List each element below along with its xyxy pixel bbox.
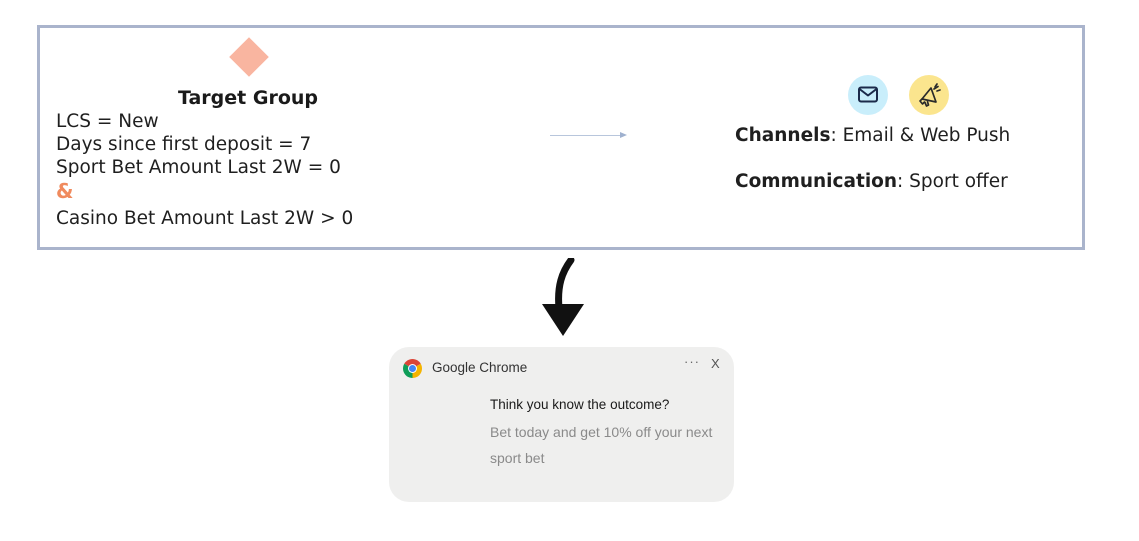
condition-sport-bet-amount: Sport Bet Amount Last 2W = 0 <box>56 157 341 178</box>
notification-title: Think you know the outcome? <box>490 397 670 412</box>
megaphone-icon <box>909 75 949 115</box>
condition-days-since-deposit: Days since first deposit = 7 <box>56 134 312 155</box>
communication-value: : Sport offer <box>897 171 1008 192</box>
flow-connector-arrow-icon <box>620 132 627 138</box>
notification-close-button[interactable]: X <box>711 356 720 371</box>
down-arrow-icon <box>542 258 584 336</box>
email-icon <box>848 75 888 115</box>
web-push-notification[interactable]: Google Chrome ··· X Think you know the o… <box>389 347 734 502</box>
communication-line: Communication: Sport offer <box>735 171 1008 192</box>
notification-body: Bet today and get 10% off your next spor… <box>490 424 713 466</box>
condition-lcs: LCS = New <box>56 111 159 132</box>
channels-line: Channels: Email & Web Push <box>735 125 1010 146</box>
condition-operator: & <box>56 179 74 203</box>
channels-label: Channels <box>735 125 831 146</box>
condition-casino-bet-amount: Casino Bet Amount Last 2W > 0 <box>56 208 354 229</box>
notification-more-button[interactable]: ··· <box>684 354 700 369</box>
communication-label: Communication <box>735 171 898 192</box>
notification-app-name: Google Chrome <box>432 360 528 375</box>
flow-connector-line <box>550 135 620 136</box>
target-group-title: Target Group <box>177 87 319 109</box>
channels-value: : Email & Web Push <box>830 125 1011 146</box>
chrome-logo-icon <box>403 359 422 378</box>
